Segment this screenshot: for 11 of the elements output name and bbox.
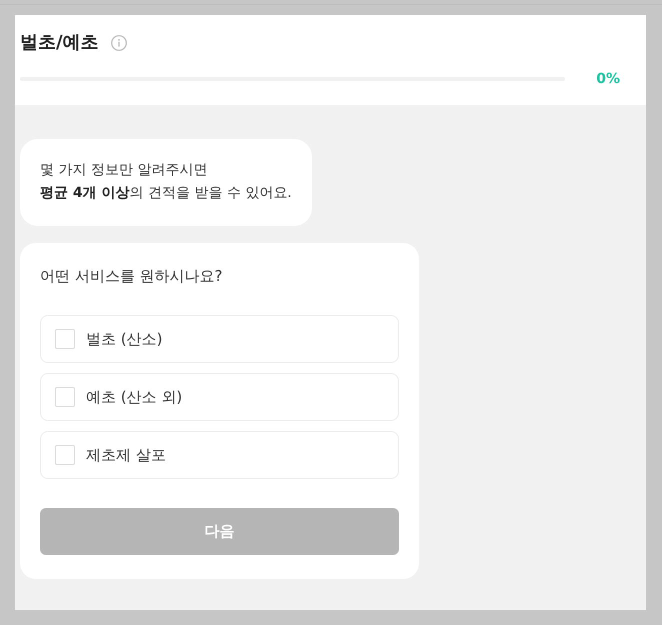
service-option[interactable]: 예초 (산소 외) <box>40 373 399 421</box>
intro-text: 몇 가지 정보만 알려주시면 평균 4개 이상의 견적을 받을 수 있어요. <box>40 161 292 203</box>
service-option[interactable]: 제초제 살포 <box>40 431 399 479</box>
checkbox[interactable] <box>55 387 75 407</box>
checkbox[interactable] <box>55 445 75 465</box>
checkbox[interactable] <box>55 329 75 349</box>
info-icon[interactable] <box>110 35 127 51</box>
progress-percent: 0% <box>596 70 620 88</box>
question-prompt: 어떤 서비스를 원하시나요? <box>40 266 224 287</box>
service-option[interactable]: 벌초 (산소) <box>40 315 399 363</box>
page-title: 벌초/예초 <box>20 31 99 55</box>
